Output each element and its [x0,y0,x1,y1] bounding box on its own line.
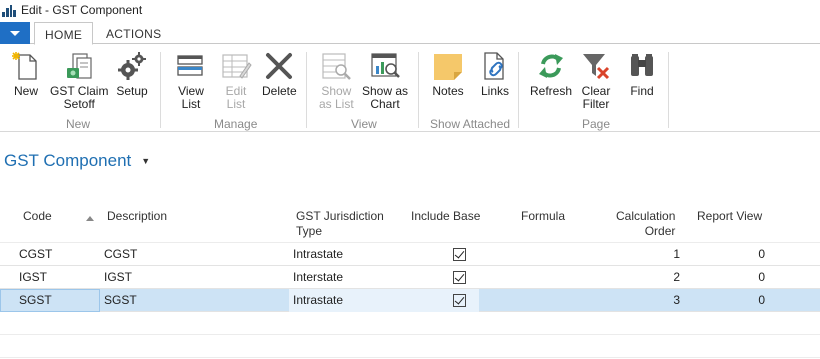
title-bar: Edit - GST Component [0,0,820,20]
include-base-checkbox[interactable] [453,294,466,307]
column-header-calc-line-2: Order [644,224,676,238]
gst-claim-label-2: Setoff [63,97,95,111]
delete-x-icon [263,50,295,82]
claim-setoff-icon [63,50,95,82]
gear-icon [116,50,148,82]
show-as-list-icon [320,50,352,82]
include-base-checkbox[interactable] [453,248,466,261]
show-as-chart-label-2: Chart [370,97,400,111]
edit-list-icon [220,50,252,82]
cell-code[interactable]: SGST [19,293,52,307]
refresh-label: Refresh [530,84,573,98]
column-header-jurisdiction[interactable]: GST Jurisdiction Type [296,209,384,239]
column-header-report-view[interactable]: Report View [697,209,762,224]
page-title-text: GST Component [4,151,132,170]
new-document-icon [10,50,42,82]
clear-filter-button[interactable]: Clear Filter [580,50,612,111]
find-label: Find [630,84,654,98]
clear-filter-icon [580,50,612,82]
cell-code[interactable]: IGST [19,270,47,284]
show-as-chart-icon [369,50,401,82]
cell-description[interactable]: CGST [104,247,137,261]
delete-button[interactable]: Delete [262,50,297,98]
links-label: Links [480,84,509,98]
view-list-icon [175,50,207,82]
ribbon-separator [518,52,519,128]
cell-code[interactable]: CGST [19,247,52,261]
ribbon-tab-row: HOME ACTIONS [0,22,820,45]
app-menu-dropdown-icon[interactable] [0,22,30,44]
cell-jurisdiction[interactable]: Intrastate [293,247,343,261]
column-header-calc-line-1: Calculation [616,209,676,223]
cell-jurisdiction[interactable]: Interstate [293,270,343,284]
empty-row-divider [0,334,820,335]
setup-button[interactable]: Setup [116,50,148,98]
group-label-page: Page [582,117,611,131]
ribbon-separator [668,52,669,128]
sort-ascending-icon[interactable] [86,216,94,221]
link-document-icon [479,50,511,82]
view-list-label-2: List [181,97,201,111]
sticky-note-icon [432,50,464,82]
include-base-checkbox[interactable] [453,271,466,284]
column-header-description[interactable]: Description [107,209,167,224]
binoculars-icon [626,50,658,82]
group-label-new: New [66,117,91,131]
cell-calc-order[interactable]: 2 [630,270,680,284]
new-button[interactable]: New [10,50,42,98]
show-as-list-button[interactable]: Show as List [319,50,354,111]
ribbon: New GST Claim Setoff Setup New View List… [0,44,820,132]
column-header-code[interactable]: Code [23,209,52,224]
group-label-manage: Manage [214,117,258,131]
column-header-jurisdiction-line-1: GST Jurisdiction [296,209,384,223]
show-as-list-label-2: as List [319,97,354,111]
cell-report-view[interactable]: 0 [720,247,765,261]
edit-list-label-2: List [226,97,246,111]
column-header-formula[interactable]: Formula [521,209,565,224]
cell-calc-order[interactable]: 1 [630,247,680,261]
tab-home[interactable]: HOME [34,22,94,45]
ribbon-separator [418,52,419,128]
refresh-button[interactable]: Refresh [530,50,572,98]
app-chart-icon [2,3,16,17]
table-row[interactable]: CGST CGST Intrastate 1 0 [0,243,820,266]
edit-list-button[interactable]: Edit List [220,50,252,111]
table-row[interactable]: IGST IGST Interstate 2 0 [0,266,820,289]
cell-report-view[interactable]: 0 [720,270,765,284]
cell-jurisdiction[interactable]: Intrastate [293,293,343,307]
cell-description[interactable]: SGST [104,293,137,307]
refresh-icon [535,50,567,82]
setup-label: Setup [116,84,148,98]
delete-label: Delete [262,84,297,98]
links-button[interactable]: Links [479,50,511,98]
window-title: Edit - GST Component [21,3,143,17]
column-header-calculation-order[interactable]: Calculation Order [616,209,675,239]
page-title[interactable]: GST Component ▼ [4,151,150,171]
new-label: New [13,84,38,98]
empty-row-divider [0,357,820,358]
ribbon-separator [306,52,307,128]
notes-label: Notes [432,84,464,98]
cell-description[interactable]: IGST [104,270,132,284]
column-header-include-base[interactable]: Include Base [411,209,480,224]
show-as-chart-button[interactable]: Show as Chart [362,50,408,111]
clear-filter-label-2: Filter [582,97,610,111]
notes-button[interactable]: Notes [432,50,464,98]
table-row-selected[interactable]: SGST SGST Intrastate 3 0 [0,289,820,312]
gst-claim-setoff-button[interactable]: GST Claim Setoff [50,50,108,111]
cell-calc-order[interactable]: 3 [630,293,680,307]
chevron-down-icon[interactable]: ▼ [141,156,150,166]
cell-report-view[interactable]: 0 [720,293,765,307]
group-label-show-attached: Show Attached [430,117,511,131]
view-list-button[interactable]: View List [175,50,207,111]
group-label-view: View [351,117,377,131]
column-header-jurisdiction-line-2: Type [296,224,323,238]
ribbon-separator [160,52,161,128]
find-button[interactable]: Find [626,50,658,98]
tab-actions[interactable]: ACTIONS [96,22,171,45]
